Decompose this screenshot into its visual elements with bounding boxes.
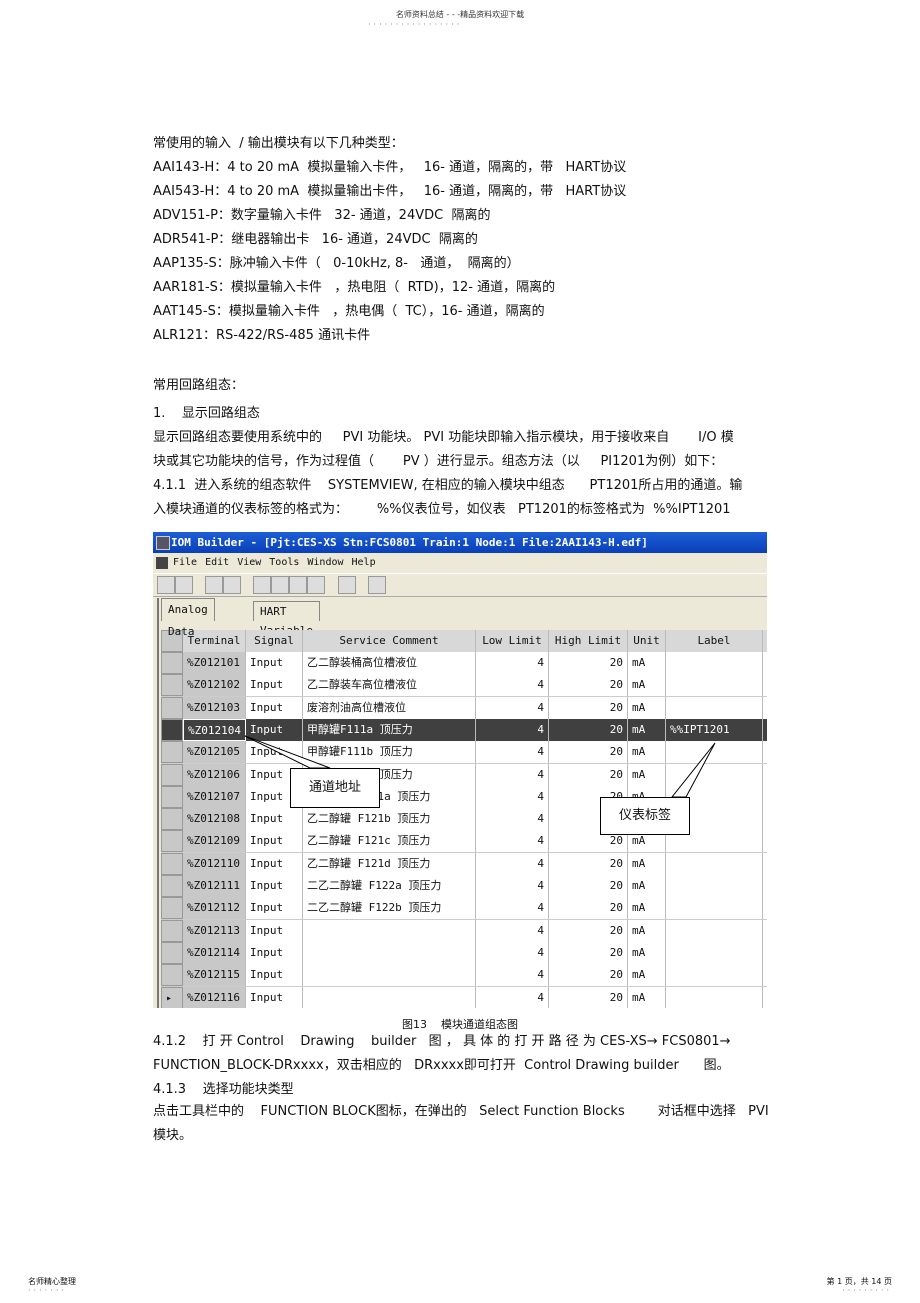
address-callout-pointer — [244, 735, 331, 769]
text-line: FUNCTION_BLOCK-DRxxxx，双击相应的 DRxxxx即可打开 C… — [153, 1058, 730, 1073]
label-callout: 仪表标签 — [600, 797, 690, 835]
text-line: 模块。 — [153, 1128, 193, 1143]
text-line: 点击工具栏中的 FUNCTION BLOCK图标，在弹出的 Select Fun… — [153, 1104, 769, 1119]
tab-analog-data[interactable]: Analog Data — [161, 598, 215, 638]
address-callout: 通道地址 — [290, 768, 380, 808]
figure-caption: 图13 模块通道组态图 — [402, 1018, 518, 1031]
text-line: 4.1.2 打 开 Control Drawing builder 图 ， 具 … — [153, 1034, 731, 1049]
document-page: 名师资料总结 - - -精品资料欢迎下载 ················· 常… — [0, 0, 920, 1303]
label-callout-pointer — [670, 742, 716, 798]
text-line: 4.1.3 选择功能块类型 — [153, 1082, 294, 1097]
